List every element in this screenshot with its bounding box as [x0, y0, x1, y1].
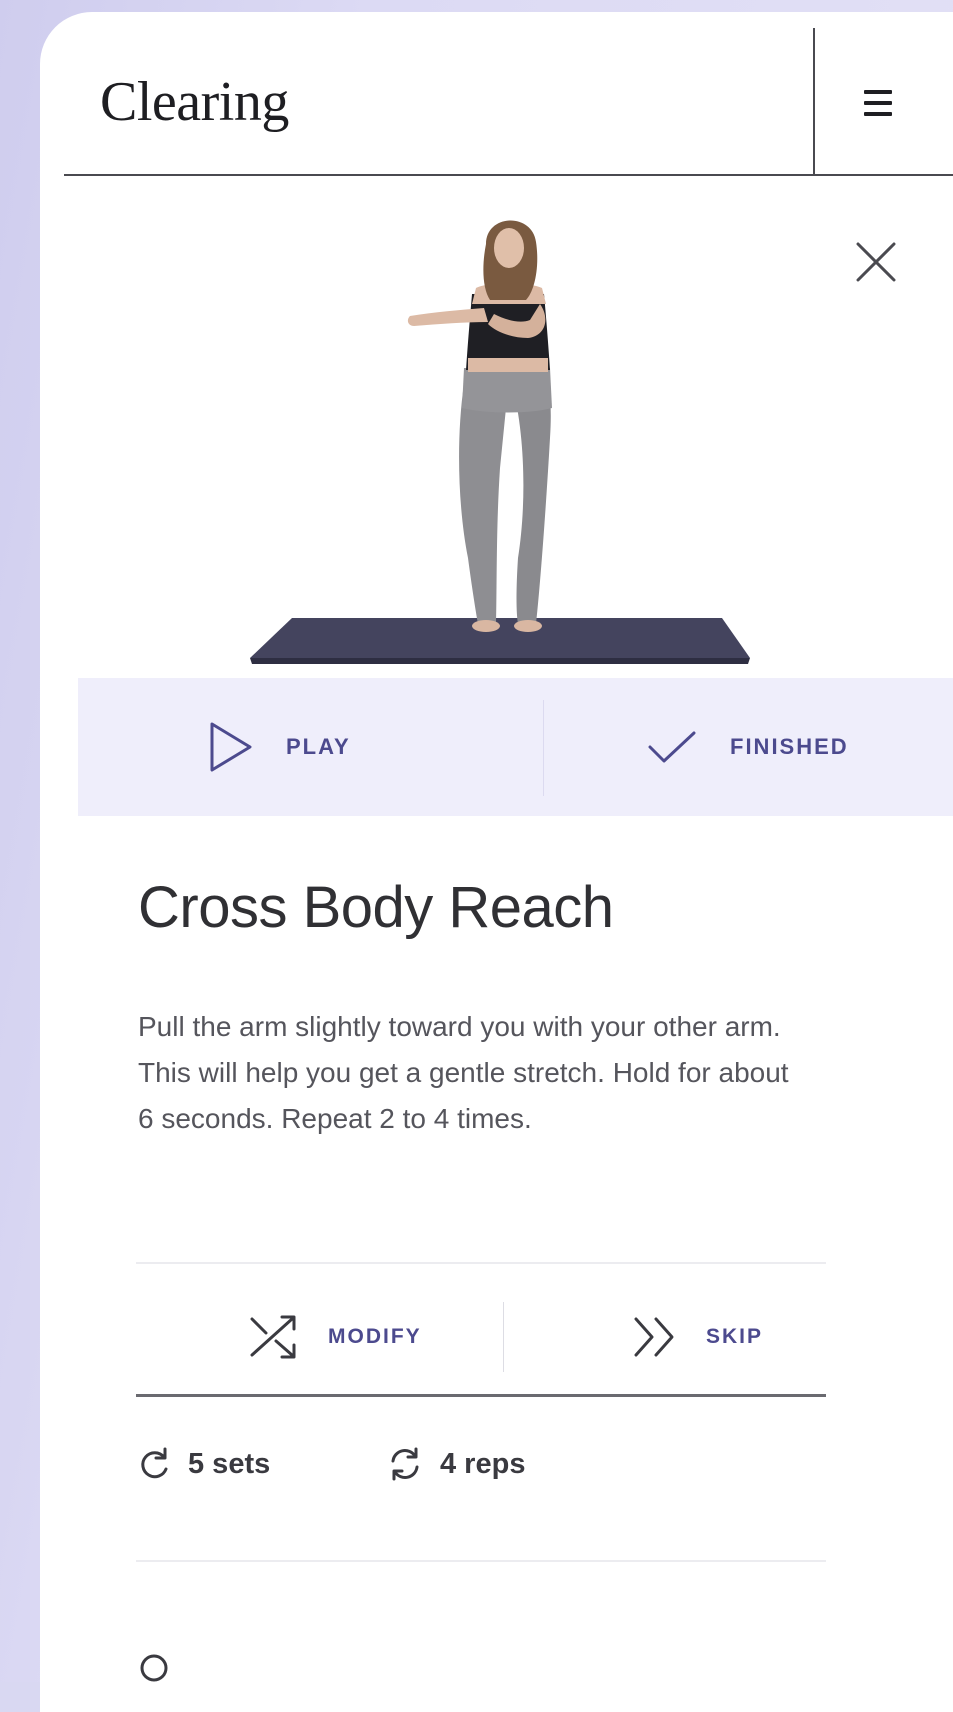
- divider: [136, 1394, 826, 1397]
- sets-stat: 5 sets: [138, 1434, 270, 1494]
- play-label: PLAY: [286, 734, 351, 759]
- divider: [136, 1262, 826, 1264]
- exercise-title: Cross Body Reach: [138, 875, 614, 940]
- exercise-demo-image: [250, 208, 760, 698]
- reps-stat: 4 reps: [388, 1434, 525, 1494]
- double-chevron-right-icon: [634, 1317, 674, 1357]
- app-screen: Clearing PLAY FINISHED Cross Body Reach …: [40, 12, 953, 1712]
- exercise-description: Pull the arm slightly toward you with yo…: [138, 1011, 789, 1134]
- reps-value: 4 reps: [440, 1447, 526, 1480]
- action-bar-divider: [543, 700, 544, 796]
- play-icon: [210, 722, 252, 772]
- checkmark-icon: [648, 731, 696, 763]
- play-button[interactable]: PLAY: [208, 678, 351, 816]
- sets-value: 5 sets: [188, 1447, 271, 1480]
- close-button[interactable]: [852, 238, 900, 286]
- skip-button[interactable]: SKIP: [632, 1292, 763, 1382]
- rotate-icon: [141, 1447, 168, 1479]
- finished-button[interactable]: FINISHED: [646, 678, 849, 816]
- next-stat-row: [138, 1652, 170, 1684]
- skip-label: SKIP: [706, 1325, 764, 1348]
- repeat-icon: [391, 1447, 419, 1481]
- finished-label: FINISHED: [730, 734, 849, 759]
- header-divider: [813, 28, 815, 176]
- hamburger-menu-icon: [864, 90, 892, 94]
- brand-logo[interactable]: Clearing: [100, 70, 289, 134]
- shuffle-icon: [250, 1315, 296, 1359]
- modify-button[interactable]: MODIFY: [246, 1292, 422, 1382]
- header-divider-line: [64, 174, 953, 176]
- yoga-mat: [250, 618, 750, 658]
- sub-action-divider: [503, 1302, 504, 1372]
- modify-label: MODIFY: [328, 1325, 422, 1348]
- app-header: Clearing: [40, 12, 953, 177]
- menu-button[interactable]: [860, 90, 904, 126]
- divider: [136, 1560, 826, 1562]
- close-icon: [856, 242, 896, 282]
- playback-action-bar: PLAY FINISHED: [78, 678, 953, 816]
- clock-icon: [140, 1654, 168, 1682]
